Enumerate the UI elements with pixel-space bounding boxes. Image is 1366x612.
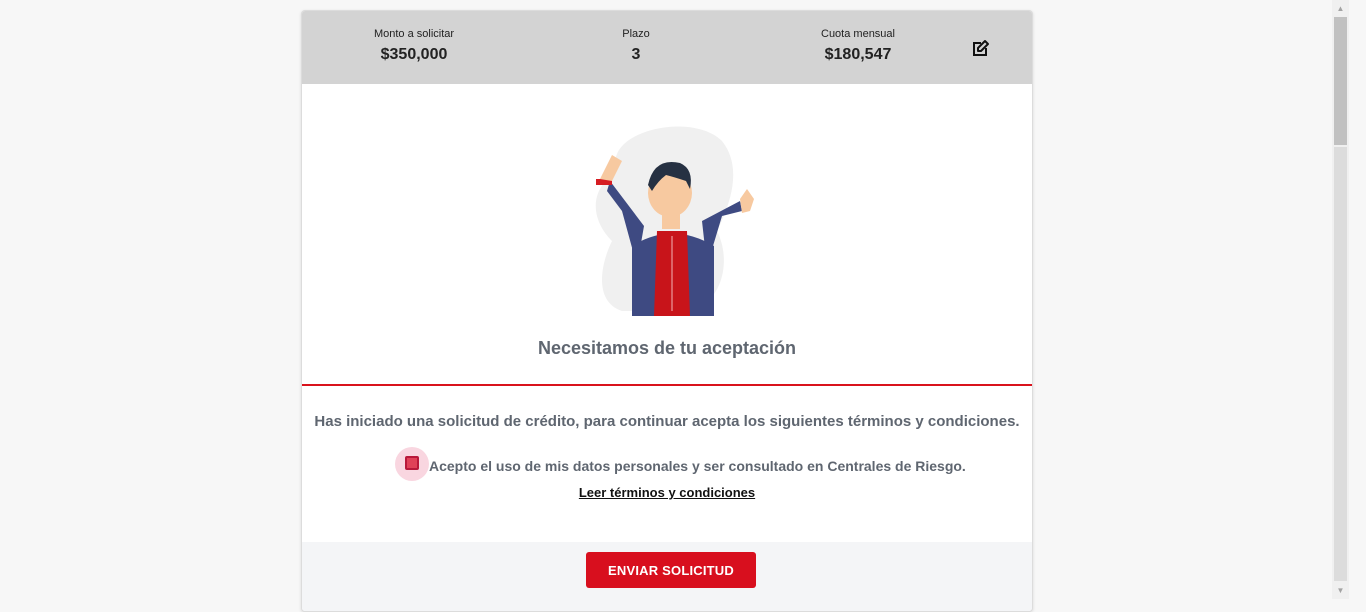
application-card: Monto a solicitar $350,000 Plazo 3 Cuota… bbox=[301, 10, 1033, 612]
term-label: Plazo bbox=[622, 28, 650, 40]
page-title: Necesitamos de tu aceptación bbox=[537, 338, 797, 358]
terms-link[interactable]: Leer términos y condiciones bbox=[302, 485, 1032, 500]
fee-label: Cuota mensual bbox=[821, 28, 895, 40]
vertical-scrollbar[interactable]: ▲ ▼ bbox=[1332, 0, 1349, 599]
term-value: 3 bbox=[631, 46, 641, 63]
consent-checkbox[interactable] bbox=[405, 456, 419, 470]
edit-button[interactable] bbox=[968, 37, 992, 61]
fee-summary: Cuota mensual $180,547 bbox=[768, 27, 948, 64]
scroll-up-icon[interactable]: ▲ bbox=[1332, 0, 1349, 17]
fee-value: $180,547 bbox=[824, 46, 892, 63]
scrollbar-thumb[interactable] bbox=[1334, 17, 1347, 145]
scroll-down-icon[interactable]: ▼ bbox=[1332, 582, 1349, 599]
amount-summary: Monto a solicitar $350,000 bbox=[324, 27, 504, 64]
submit-button[interactable]: ENVIAR SOLICITUD bbox=[586, 552, 756, 588]
edit-icon bbox=[973, 40, 989, 56]
card-footer: ENVIAR SOLICITUD bbox=[302, 542, 1032, 611]
term-summary: Plazo 3 bbox=[546, 27, 726, 64]
amount-label: Monto a solicitar bbox=[373, 28, 455, 40]
amount-value: $350,000 bbox=[380, 46, 448, 63]
consent-label[interactable]: Acepto el uso de mis datos personales y … bbox=[429, 458, 966, 474]
divider bbox=[302, 384, 1032, 386]
intro-text: Has iniciado una solicitud de crédito, p… bbox=[314, 413, 1020, 430]
scrollbar-track[interactable] bbox=[1334, 147, 1347, 581]
loan-summary-bar: Monto a solicitar $350,000 Plazo 3 Cuota… bbox=[302, 11, 1032, 84]
person-illustration bbox=[582, 121, 762, 316]
